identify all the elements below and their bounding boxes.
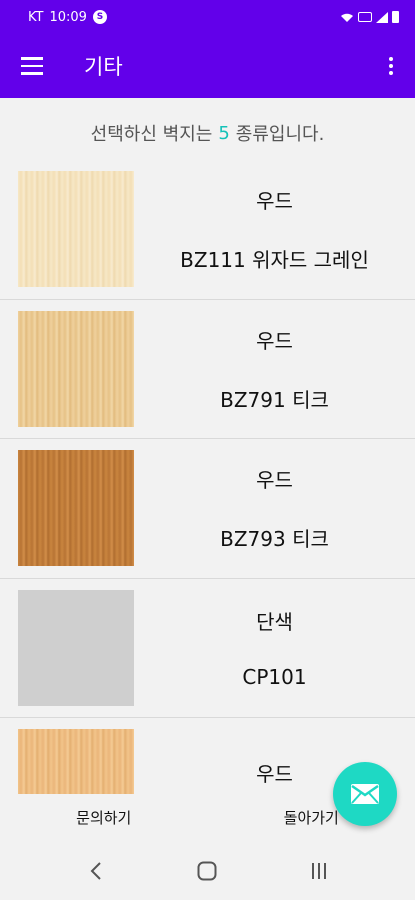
wallpaper-thumbnail [18, 589, 134, 706]
hamburger-icon[interactable] [0, 34, 64, 98]
home-icon [197, 861, 217, 881]
recents-icon [312, 863, 327, 879]
item-category: 단색 [256, 610, 293, 635]
signal-icon [376, 11, 388, 23]
item-name: BZ791 티크 [220, 387, 329, 412]
app-bar: 기타 [0, 34, 415, 98]
selection-summary: 선택하신 벽지는 5 종류입니다. [0, 98, 415, 168]
list-item[interactable]: 우드 BZ791 티크 [0, 300, 415, 439]
carrier-label: KT [28, 9, 44, 25]
selection-count: 5 [218, 122, 230, 144]
summary-suffix: 종류입니다. [235, 124, 325, 145]
item-category: 우드 [256, 468, 293, 493]
item-category: 우드 [256, 328, 293, 353]
list-item[interactable]: 우드 BZ111 위자드 그레인 [0, 160, 415, 300]
wifi-icon [341, 13, 353, 22]
page-title: 기타 [84, 55, 123, 79]
nav-home-button[interactable] [177, 842, 237, 900]
status-icons [340, 11, 399, 23]
samsung-badge-icon: S [92, 10, 107, 24]
volte-icon [358, 12, 372, 22]
item-category: 우드 [256, 189, 293, 214]
mail-fab-button[interactable] [333, 762, 397, 826]
battery-icon [392, 11, 399, 23]
wallpaper-thumbnail [18, 450, 134, 567]
back-chevron-icon [90, 862, 101, 880]
item-name: BZ111 위자드 그레인 [180, 248, 369, 273]
wallpaper-list[interactable]: 우드 BZ111 위자드 그레인 우드 BZ791 티크 우드 BZ793 티크… [0, 160, 415, 794]
status-bar: KT 10:09 S [0, 0, 415, 34]
item-name: CP101 [242, 665, 307, 690]
mail-icon [351, 784, 379, 804]
wallpaper-thumbnail [18, 729, 134, 794]
item-name: BZ793 티크 [220, 527, 329, 552]
wallpaper-thumbnail [18, 310, 134, 427]
list-item[interactable]: 단색 CP101 [0, 579, 415, 718]
item-category: 우드 [256, 761, 293, 786]
inquiry-button[interactable]: 문의하기 [0, 807, 208, 828]
summary-prefix: 선택하신 벽지는 [90, 124, 213, 145]
more-vert-icon[interactable] [367, 34, 415, 98]
system-nav-bar [0, 842, 415, 900]
nav-back-button[interactable] [66, 842, 126, 900]
status-time: 10:09 [49, 9, 87, 25]
list-item[interactable]: 우드 BZ793 티크 [0, 439, 415, 579]
nav-recents-button[interactable] [289, 842, 349, 900]
wallpaper-thumbnail [18, 171, 134, 288]
